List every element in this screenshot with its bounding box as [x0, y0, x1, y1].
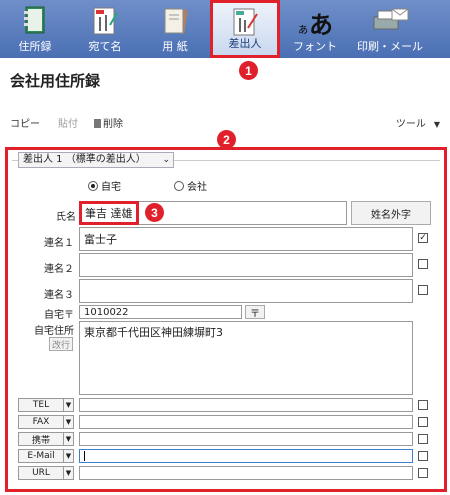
page-title: 会社用住所録: [10, 72, 101, 90]
radio-dot: [174, 180, 184, 191]
contact-type-label: URL: [32, 468, 50, 478]
address-value: 東京都千代田区神田練塀町3: [84, 326, 223, 339]
tab-label: 宛て名: [88, 40, 122, 53]
tab-label: 印刷・メール: [357, 40, 423, 53]
contact-mobile-field[interactable]: [79, 432, 413, 446]
chevron-down-icon: ▼: [63, 416, 73, 428]
zip-label: 自宅〒: [44, 310, 74, 321]
address-field[interactable]: 東京都千代田区神田練塀町3: [79, 321, 413, 395]
contact-tel-field[interactable]: [79, 398, 413, 412]
joint-name-1-value: 富士子: [84, 233, 117, 246]
contact-fax-checkbox[interactable]: [418, 417, 428, 427]
contact-url-checkbox[interactable]: [418, 468, 428, 478]
radio-dot: [88, 180, 98, 191]
zip-lookup-button[interactable]: 〒: [245, 305, 265, 320]
chevron-down-icon: ▼: [63, 399, 73, 411]
contact-email-checkbox[interactable]: [418, 451, 428, 461]
callout-badge-1: 1: [239, 61, 258, 80]
chevron-down-icon: ▼: [63, 433, 73, 445]
radio-home-label: 自宅: [101, 182, 121, 193]
tab-label: フォント: [293, 40, 337, 53]
paper-icon: [164, 7, 188, 35]
tab-label: 住所録: [18, 40, 52, 53]
tab-label: 用 紙: [162, 40, 188, 53]
callout-badge-2: 2: [217, 130, 236, 149]
contact-type-email[interactable]: E-Mail ▼: [18, 449, 74, 463]
font-icon: ぁあ: [295, 5, 335, 39]
contact-tel-checkbox[interactable]: [418, 400, 428, 410]
font-glyph-small: ぁ: [296, 22, 309, 36]
joint-name-1-checkbox[interactable]: ✓: [418, 233, 428, 243]
paste-button[interactable]: 貼付: [58, 115, 78, 130]
radio-company-label: 会社: [187, 182, 207, 193]
zip-value: 1010022: [84, 306, 129, 318]
tab-print-mail[interactable]: 印刷・メール: [350, 0, 430, 58]
name-value: 筆吉 達雄: [79, 201, 139, 225]
callout-badge-3: 3: [145, 203, 164, 222]
delete-button[interactable]: 削除: [94, 115, 123, 130]
joint-name-2-label: 連名２: [44, 264, 74, 275]
joint-name-2-field[interactable]: [79, 253, 413, 277]
joint-name-1-label: 連名１: [44, 238, 74, 249]
address-label: 自宅住所: [34, 326, 74, 337]
joint-name-1-field[interactable]: 富士子: [79, 227, 413, 251]
ribbon-toolbar: 住所録 宛て名 用 紙 差出人 ぁあ フォント 印刷・メール: [0, 0, 450, 58]
addressee-card-icon: [93, 7, 118, 35]
sender-select-value: 差出人 1 （標準の差出人）: [23, 154, 146, 165]
joint-name-3-checkbox[interactable]: [418, 285, 428, 295]
chevron-down-icon: ▼: [433, 119, 440, 129]
tools-menu[interactable]: ツール ▼: [396, 115, 440, 130]
joint-name-2-checkbox[interactable]: [418, 259, 428, 269]
contact-email-field[interactable]: [79, 449, 413, 463]
delete-label: 削除: [103, 118, 123, 130]
tools-label: ツール: [395, 118, 426, 130]
chevron-down-icon: ▼: [63, 467, 73, 479]
contact-type-label: E-Mail: [27, 451, 55, 461]
chevron-down-icon: ⌄: [162, 155, 170, 165]
zip-field[interactable]: 1010022: [79, 305, 242, 319]
contact-mobile-checkbox[interactable]: [418, 434, 428, 444]
newline-button[interactable]: 改行: [49, 337, 73, 351]
printer-mail-icon: [373, 8, 409, 30]
address-book-icon: [24, 6, 45, 34]
name-label: 氏名: [56, 212, 76, 223]
sender-select[interactable]: 差出人 1 （標準の差出人） ⌄: [18, 152, 174, 168]
joint-name-3-label: 連名３: [44, 290, 74, 301]
name-field[interactable]: 筆吉 達雄: [79, 201, 347, 225]
tab-paper[interactable]: 用 紙: [140, 0, 210, 58]
contact-fax-field[interactable]: [79, 415, 413, 429]
contact-type-tel[interactable]: TEL ▼: [18, 398, 74, 412]
contact-type-label: TEL: [32, 400, 50, 410]
sender-card-icon: [233, 8, 258, 36]
contact-type-label: 携帯: [31, 435, 50, 446]
joint-name-3-field[interactable]: [79, 279, 413, 303]
tab-addressee[interactable]: 宛て名: [70, 0, 140, 58]
radio-company[interactable]: 会社: [174, 178, 207, 193]
contact-type-url[interactable]: URL ▼: [18, 466, 74, 480]
text-caret: [84, 451, 85, 461]
trash-icon: [94, 119, 101, 128]
external-char-button[interactable]: 姓名外字: [351, 201, 431, 225]
copy-button[interactable]: コピー: [10, 115, 40, 130]
contact-url-field[interactable]: [79, 466, 413, 480]
contact-type-mobile[interactable]: 携帯 ▼: [18, 432, 74, 446]
tab-font[interactable]: ぁあ フォント: [280, 0, 350, 58]
tab-address-book[interactable]: 住所録: [0, 0, 70, 58]
contact-type-label: FAX: [32, 417, 50, 427]
chevron-down-icon: ▼: [63, 450, 73, 462]
tab-sender[interactable]: 差出人: [210, 0, 280, 58]
font-glyph-large: あ: [309, 10, 333, 39]
radio-home[interactable]: 自宅: [88, 178, 121, 193]
contact-type-fax[interactable]: FAX ▼: [18, 415, 74, 429]
